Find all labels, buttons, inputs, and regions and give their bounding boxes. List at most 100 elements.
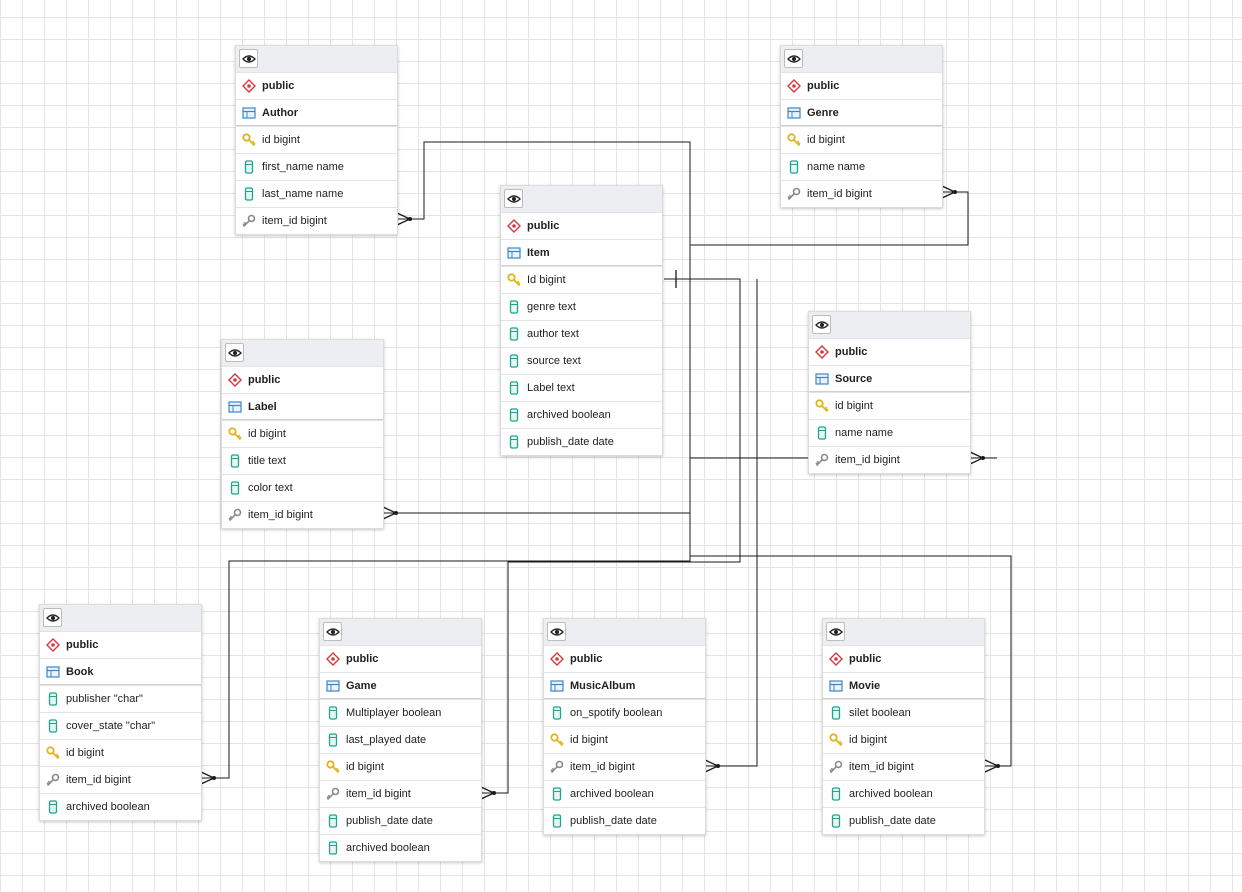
column-row[interactable]: id bigint [809, 392, 970, 419]
table-genre[interactable]: public Genre id bigint name name item_id big… [780, 45, 943, 208]
table-name-row[interactable]: Item [501, 239, 662, 266]
column-row-label: item_id bigint [248, 509, 313, 521]
column-row[interactable]: silet boolean [823, 699, 984, 726]
schema-row[interactable]: public [544, 645, 705, 672]
schema-row[interactable]: public [236, 72, 397, 99]
schema-row[interactable]: public [320, 645, 481, 672]
column-row[interactable]: publisher "char" [40, 685, 201, 712]
eye-icon[interactable] [43, 608, 62, 627]
column-row[interactable]: item_id bigint [781, 180, 942, 207]
column-row[interactable]: item_id bigint [809, 446, 970, 473]
link-musicalbum-item[interactable] [705, 279, 758, 767]
column-row[interactable]: id bigint [781, 126, 942, 153]
table-name-row[interactable]: Source [809, 365, 970, 392]
column-row[interactable]: title text [222, 447, 383, 474]
column-row[interactable]: item_id bigint [222, 501, 383, 528]
table-header [544, 619, 705, 645]
column-row[interactable]: color text [222, 474, 383, 501]
schema-row-label: public [527, 220, 560, 232]
schema-row[interactable]: public [222, 366, 383, 393]
schema-row-label: public [262, 80, 295, 92]
column-row[interactable]: item_id bigint [40, 766, 201, 793]
column-row[interactable]: archived boolean [320, 834, 481, 861]
column-icon [829, 706, 849, 720]
column-row[interactable]: id bigint [40, 739, 201, 766]
column-icon [46, 800, 66, 814]
column-row[interactable]: archived boolean [823, 780, 984, 807]
schema-row[interactable]: public [781, 72, 942, 99]
schema-row[interactable]: public [823, 645, 984, 672]
eye-icon[interactable] [784, 49, 803, 68]
column-row[interactable]: archived boolean [40, 793, 201, 820]
column-row[interactable]: publish_date date [823, 807, 984, 834]
column-row-label: author text [527, 328, 579, 340]
column-row[interactable]: id bigint [320, 753, 481, 780]
table-name-row[interactable]: Game [320, 672, 481, 699]
foreign-key-icon [46, 773, 66, 787]
column-row[interactable]: source text [501, 347, 662, 374]
table-name-row[interactable]: Label [222, 393, 383, 420]
column-row[interactable]: last_played date [320, 726, 481, 753]
table-header [823, 619, 984, 645]
column-row[interactable]: item_id bigint [320, 780, 481, 807]
eye-icon[interactable] [547, 622, 566, 641]
column-row[interactable]: publish_date date [320, 807, 481, 834]
schema-row[interactable]: public [40, 631, 201, 658]
eye-icon[interactable] [225, 343, 244, 362]
table-source[interactable]: public Source id bigint name name item_id bi… [808, 311, 971, 474]
eye-icon[interactable] [239, 49, 258, 68]
column-row[interactable]: publish_date date [544, 807, 705, 834]
schema-row[interactable]: public [501, 212, 662, 239]
column-row[interactable]: publish_date date [501, 428, 662, 455]
column-row[interactable]: cover_state "char" [40, 712, 201, 739]
eye-icon[interactable] [812, 315, 831, 334]
eye-icon[interactable] [504, 189, 523, 208]
column-row[interactable]: name name [781, 153, 942, 180]
column-row-label: publish_date date [346, 815, 433, 827]
table-icon [787, 106, 807, 120]
column-row[interactable]: first_name name [236, 153, 397, 180]
table-author[interactable]: public Author id bigint first_name name last… [235, 45, 398, 235]
table-movie[interactable]: public Movie silet boolean id bigint item_id… [822, 618, 985, 835]
column-row[interactable]: item_id bigint [823, 753, 984, 780]
key-icon [787, 133, 807, 147]
column-row[interactable]: item_id bigint [236, 207, 397, 234]
table-icon [228, 400, 248, 414]
table-name-row[interactable]: MusicAlbum [544, 672, 705, 699]
column-row[interactable]: author text [501, 320, 662, 347]
table-label[interactable]: public Label id bigint title text color text… [221, 339, 384, 529]
column-row[interactable]: last_name name [236, 180, 397, 207]
column-row[interactable]: name name [809, 419, 970, 446]
column-row[interactable]: id bigint [236, 126, 397, 153]
table-icon [829, 679, 849, 693]
table-name-row[interactable]: Book [40, 658, 201, 685]
column-icon [507, 435, 527, 449]
column-row[interactable]: genre text [501, 293, 662, 320]
table-name-row[interactable]: Movie [823, 672, 984, 699]
column-row-label: archived boolean [570, 788, 654, 800]
column-row[interactable]: id bigint [544, 726, 705, 753]
column-row[interactable]: Multiplayer boolean [320, 699, 481, 726]
column-row[interactable]: archived boolean [501, 401, 662, 428]
schema-row[interactable]: public [809, 338, 970, 365]
column-row[interactable]: Id bigint [501, 266, 662, 293]
column-row[interactable]: id bigint [222, 420, 383, 447]
column-row[interactable]: on_spotify boolean [544, 699, 705, 726]
key-icon [829, 733, 849, 747]
column-row-label: archived boolean [346, 842, 430, 854]
table-game[interactable]: public Game Multiplayer boolean last_played… [319, 618, 482, 862]
column-row[interactable]: id bigint [823, 726, 984, 753]
eye-icon[interactable] [826, 622, 845, 641]
table-item[interactable]: public Item Id bigint genre text author text… [500, 185, 663, 456]
table-name-row[interactable]: Author [236, 99, 397, 126]
eye-icon[interactable] [323, 622, 342, 641]
column-row[interactable]: archived boolean [544, 780, 705, 807]
column-row[interactable]: item_id bigint [544, 753, 705, 780]
column-row-label: title text [248, 455, 286, 467]
table-book[interactable]: public Book publisher "char" cover_state "c… [39, 604, 202, 821]
column-row-label: item_id bigint [807, 188, 872, 200]
table-name-row[interactable]: Genre [781, 99, 942, 126]
column-row[interactable]: Label text [501, 374, 662, 401]
table-music-album[interactable]: public MusicAlbum on_spotify boolean id big… [543, 618, 706, 835]
schema-row-label: public [66, 639, 99, 651]
